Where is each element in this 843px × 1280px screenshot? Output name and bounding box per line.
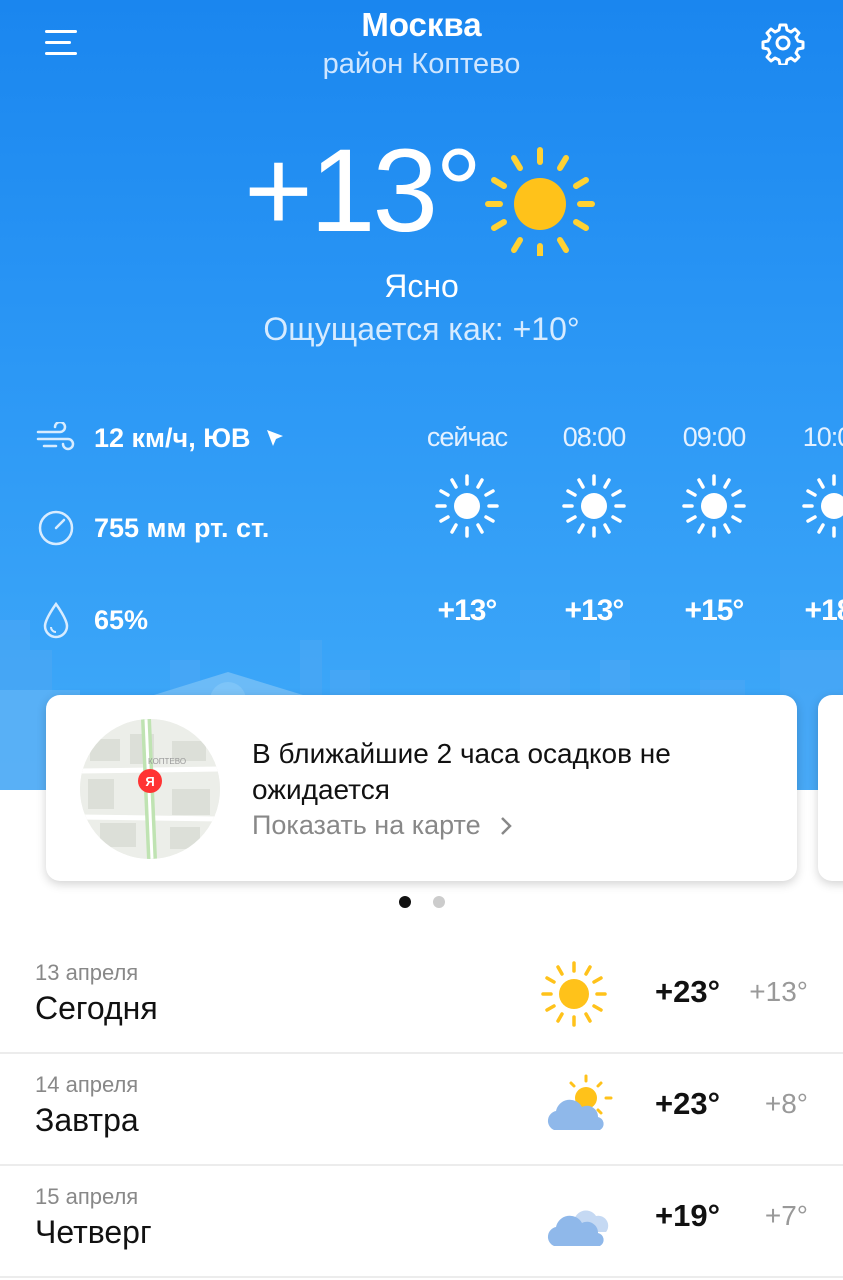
city-name[interactable]: Москва — [0, 6, 843, 44]
hour-temp: +15° — [684, 594, 745, 627]
pager-dot[interactable] — [432, 896, 445, 908]
carousel-pager[interactable] — [0, 896, 843, 908]
wind-direction-icon — [266, 430, 283, 446]
day-high-temp: +19° — [655, 1198, 720, 1233]
partly-cloudy-icon — [547, 1074, 613, 1130]
map-thumbnail[interactable]: КОПТЕВО Я — [80, 719, 220, 859]
precipitation-message: В ближайшие 2 часа осадков не ожидается — [252, 738, 671, 805]
gear-icon — [761, 23, 805, 65]
show-on-map-link[interactable]: Показать на карте — [252, 810, 517, 841]
hour-time: 09:00 — [682, 422, 747, 452]
precipitation-card[interactable]: КОПТЕВО Я В ближайшие 2 часа осадков не … — [46, 695, 797, 881]
day-name: Сегодня — [35, 990, 158, 1026]
sun-icon — [802, 474, 843, 538]
cloud-icon — [547, 1210, 609, 1246]
day-date: 14 апреля — [35, 1072, 139, 1097]
daily-row[interactable]: 15 апреля Четверг +19° +7° — [0, 1164, 843, 1278]
wind-icon — [36, 418, 76, 458]
hour-time: 10:00 — [802, 422, 843, 452]
hour-temp: +18° — [804, 594, 843, 627]
wind-value: 12 км/ч, ЮВ — [94, 422, 251, 453]
next-card-peek[interactable] — [818, 695, 843, 881]
daily-row[interactable]: 13 апреля Сегодня +23° +13° — [0, 940, 843, 1054]
hour-time: 08:00 — [562, 422, 627, 452]
current-temperature: +13° — [244, 125, 482, 257]
hourly-item[interactable]: 09:00 +15° — [654, 422, 774, 627]
district-name[interactable]: район Коптево — [0, 48, 843, 81]
map-area-label: КОПТЕВО — [148, 757, 186, 766]
day-date: 13 апреля — [35, 960, 139, 985]
hour-temp: +13° — [437, 594, 498, 627]
humidity-value: 65% — [94, 604, 149, 635]
day-high-temp: +23° — [655, 974, 720, 1009]
weather-hero: Москва район Коптево +13° Ясно Ощущается… — [0, 0, 843, 790]
wind-stat: 12 км/ч, ЮВ — [36, 418, 287, 458]
sun-icon — [562, 474, 626, 538]
pressure-stat: 755 мм рт. ст. — [36, 508, 269, 548]
day-low-temp: +13° — [749, 976, 808, 1007]
humidity-stat: 65% — [36, 600, 148, 640]
day-high-temp: +23° — [655, 1086, 720, 1121]
chevron-right-icon — [500, 816, 512, 835]
pressure-value: 755 мм рт. ст. — [94, 512, 270, 543]
day-low-temp: +8° — [764, 1088, 808, 1119]
pager-dot-active[interactable] — [398, 896, 411, 908]
show-on-map-label: Показать на карте — [252, 810, 481, 840]
hourly-item[interactable]: сейчас +13° — [407, 422, 527, 627]
day-name: Завтра — [35, 1102, 139, 1138]
map-illustration: КОПТЕВО Я — [80, 719, 220, 859]
sun-icon — [541, 961, 607, 1027]
pressure-gauge-icon — [36, 508, 76, 548]
map-pin-label: Я — [145, 774, 154, 789]
hourly-item[interactable]: 10:00 +18° — [774, 422, 843, 627]
settings-button[interactable] — [758, 18, 808, 68]
hourly-item[interactable]: 08:00 +13° — [534, 422, 654, 627]
day-name: Четверг — [35, 1214, 152, 1250]
day-date: 15 апреля — [35, 1184, 139, 1209]
sun-icon — [682, 474, 746, 538]
drop-icon — [36, 600, 76, 640]
sun-icon — [435, 474, 499, 538]
sun-icon — [485, 147, 595, 256]
hour-time: сейчас — [426, 422, 508, 452]
feels-like-text: Ощущается как: +10° — [263, 311, 580, 347]
daily-row[interactable]: 14 апреля Завтра +23° +8° — [0, 1052, 843, 1166]
condition-text: Ясно — [384, 268, 459, 304]
hour-temp: +13° — [564, 594, 625, 627]
day-low-temp: +7° — [764, 1200, 808, 1231]
